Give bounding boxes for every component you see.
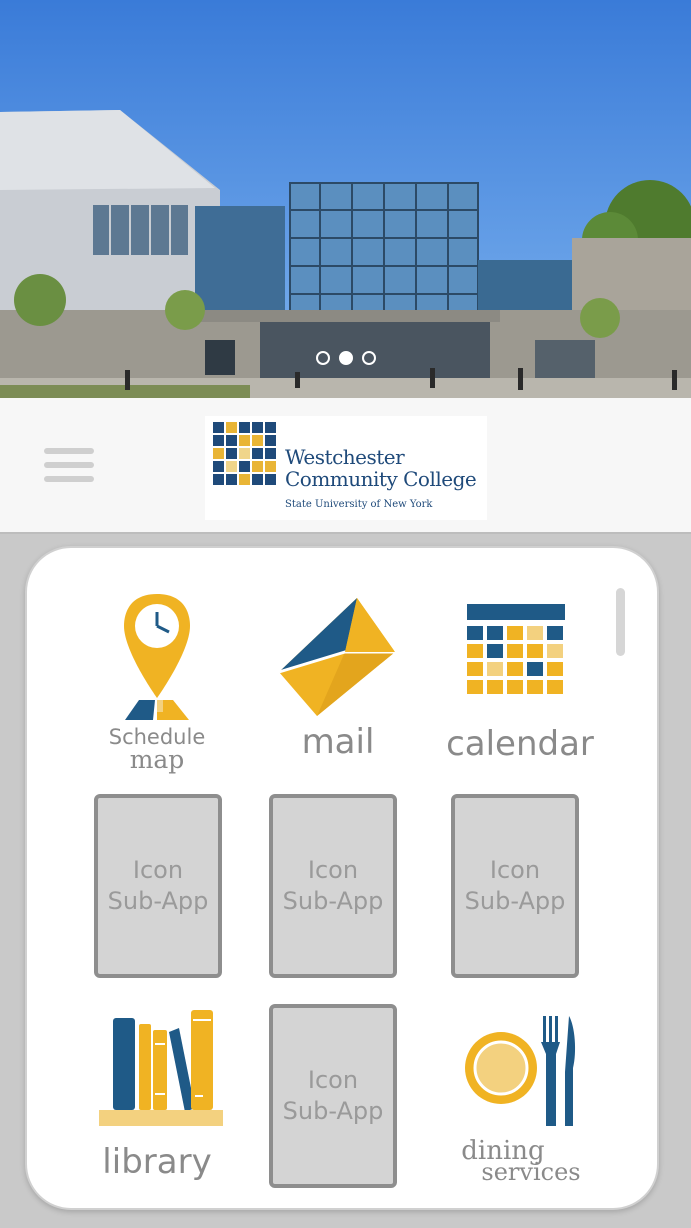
sub-app-placeholder-4[interactable]: Icon Sub-App [269,1004,397,1188]
calendar-icon [467,604,565,694]
calendar-label: calendar [446,724,594,764]
campus-photo [0,0,691,398]
carousel-dot-2[interactable] [338,351,353,365]
sub-app-placeholder-1[interactable]: Icon Sub-App [94,794,222,978]
calendar-tile[interactable]: calendar [445,590,595,770]
college-logo: Westchester Community College State Univ… [205,416,487,520]
carousel-dot-1[interactable] [315,351,330,365]
sub-app-placeholder-3[interactable]: Icon Sub-App [451,794,579,978]
books-icon [99,1010,223,1126]
mail-tile[interactable]: mail [273,590,403,770]
plate-fork-knife-icon [465,1016,576,1126]
sub-app-placeholder-line1: Icon [489,856,541,884]
mail-label: mail [301,722,375,762]
header-bar: Westchester Community College State Univ… [0,398,691,534]
dining-label-line2: services [481,1158,581,1186]
scrollbar[interactable] [616,588,625,656]
sub-app-placeholder-2[interactable]: Icon Sub-App [269,794,397,978]
schedule-map-tile[interactable]: Schedule map [97,590,217,780]
dining-services-tile[interactable]: dining services [451,1008,591,1194]
sub-app-placeholder-line2: Sub-App [464,887,566,915]
logo-name: Westchester Community College [285,445,477,491]
sub-app-placeholder-line2: Sub-App [107,887,209,915]
hero-banner [0,0,691,398]
logo-name-line1: Westchester [285,445,405,469]
logo-name-line2: Community College [285,467,477,491]
carousel-dot-3[interactable] [361,351,376,365]
sub-app-placeholder-line2: Sub-App [282,887,384,915]
carousel-indicators [0,351,691,365]
library-tile[interactable]: library [87,1004,227,1194]
logo-subtitle: State University of New York [285,499,433,510]
sub-app-placeholder-line1: Icon [307,856,359,884]
map-pin-clock-icon [124,594,190,720]
sub-app-placeholder-line2: Sub-App [282,1097,384,1125]
library-label: library [102,1142,212,1182]
logo-grid-icon [213,422,276,485]
sub-app-placeholder-line1: Icon [132,856,184,884]
sub-app-placeholder-line1: Icon [307,1066,359,1094]
app-grid-panel: Schedule map mail calendar Icon Sub-App … [25,546,659,1210]
hamburger-menu-icon[interactable] [40,444,98,486]
envelope-icon [278,598,395,716]
schedule-map-label-line2: map [129,745,185,774]
